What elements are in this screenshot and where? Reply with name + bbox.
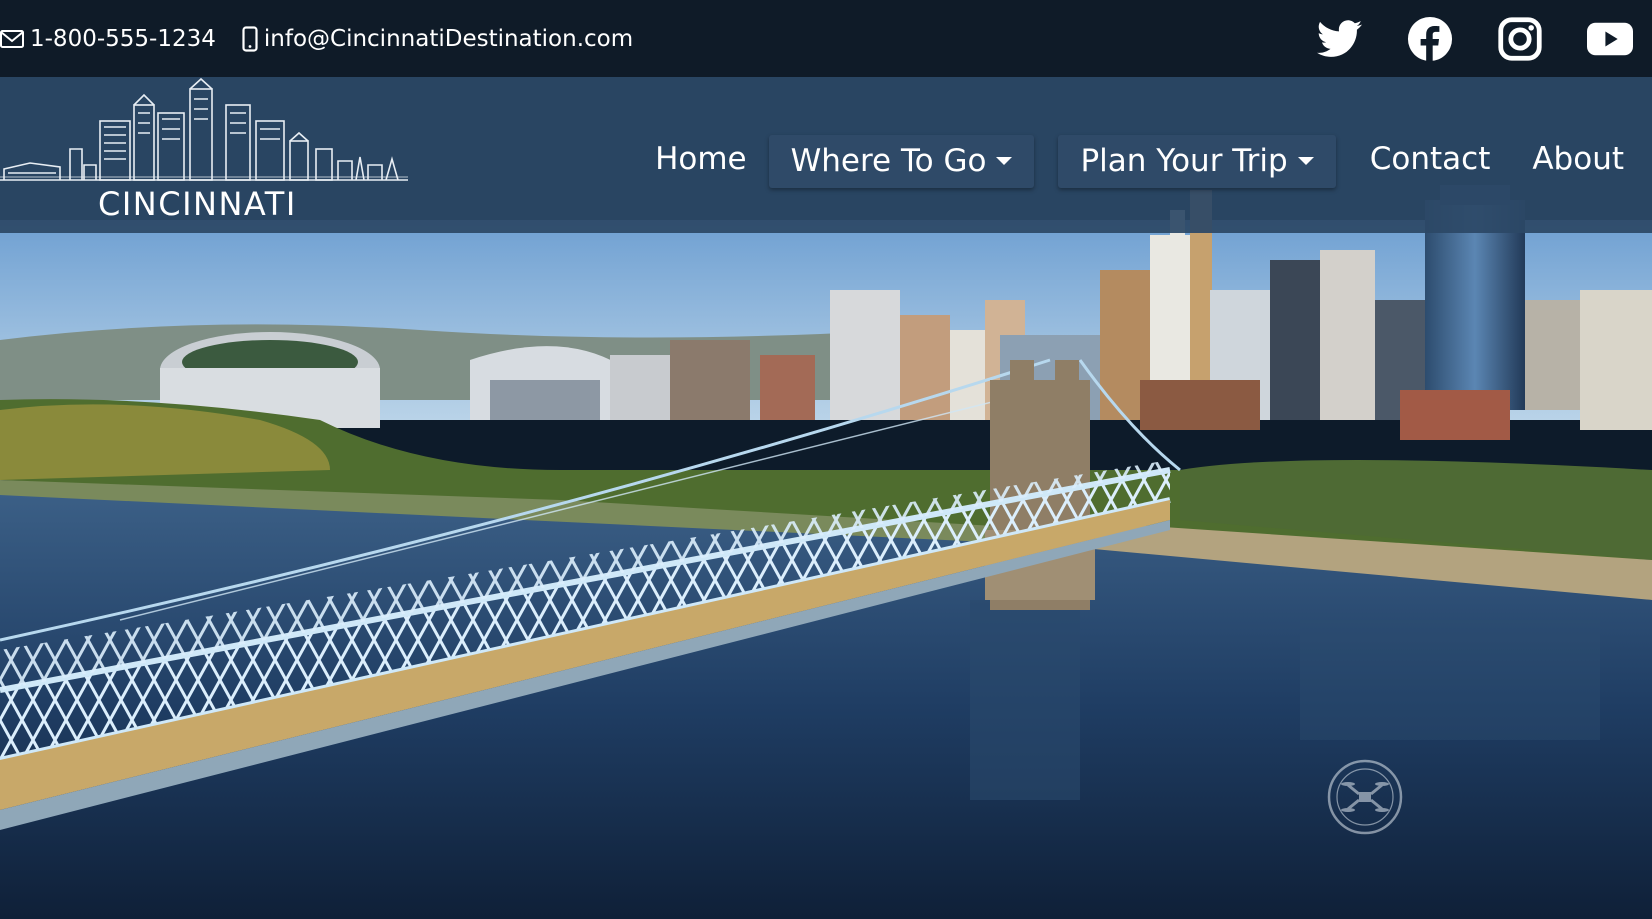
facebook-icon [1407,16,1453,62]
youtube-icon [1587,22,1633,55]
facebook-link[interactable] [1406,15,1454,63]
contact-info: 1-800-555-1234 info@CincinnatiDestinatio… [0,0,633,77]
nav-menu: Home Where To Go Plan Your Trip Contact … [645,77,1634,233]
brand-name: CINCINNATI [98,185,297,223]
nav-plan-your-trip-dropdown[interactable]: Plan Your Trip [1058,134,1336,188]
email-address[interactable]: info@CincinnatiDestination.com [264,26,633,52]
nav-plan-your-trip-label: Plan Your Trip [1080,143,1288,179]
top-contact-bar: 1-800-555-1234 info@CincinnatiDestinatio… [0,0,1652,77]
nav-contact[interactable]: Contact [1360,141,1501,177]
email-contact[interactable]: info@CincinnatiDestination.com [242,26,633,52]
caret-down-icon [996,157,1013,165]
brand-logo[interactable]: CINCINNATI [0,77,412,233]
instagram-link[interactable] [1496,15,1544,63]
mobile-phone-icon [242,25,258,52]
drone-watermark [1326,758,1404,836]
nav-where-to-go-label: Where To Go [790,143,987,179]
nav-home[interactable]: Home [645,141,757,177]
nav-where-to-go-dropdown[interactable]: Where To Go [768,134,1035,188]
phone-contact[interactable]: 1-800-555-1234 [0,26,216,52]
caret-down-icon [1297,157,1314,165]
envelope-icon [0,29,24,48]
social-links [1274,0,1652,77]
twitter-link[interactable] [1316,15,1364,63]
phone-number[interactable]: 1-800-555-1234 [30,26,216,52]
youtube-link[interactable] [1586,15,1634,63]
main-navbar: CINCINNATI Home Where To Go Plan Your Tr… [0,77,1652,233]
instagram-icon [1498,16,1542,61]
drone-logo-icon [1327,759,1403,835]
skyline-logo-icon [0,77,408,181]
twitter-icon [1317,19,1363,57]
nav-about[interactable]: About [1522,141,1634,177]
